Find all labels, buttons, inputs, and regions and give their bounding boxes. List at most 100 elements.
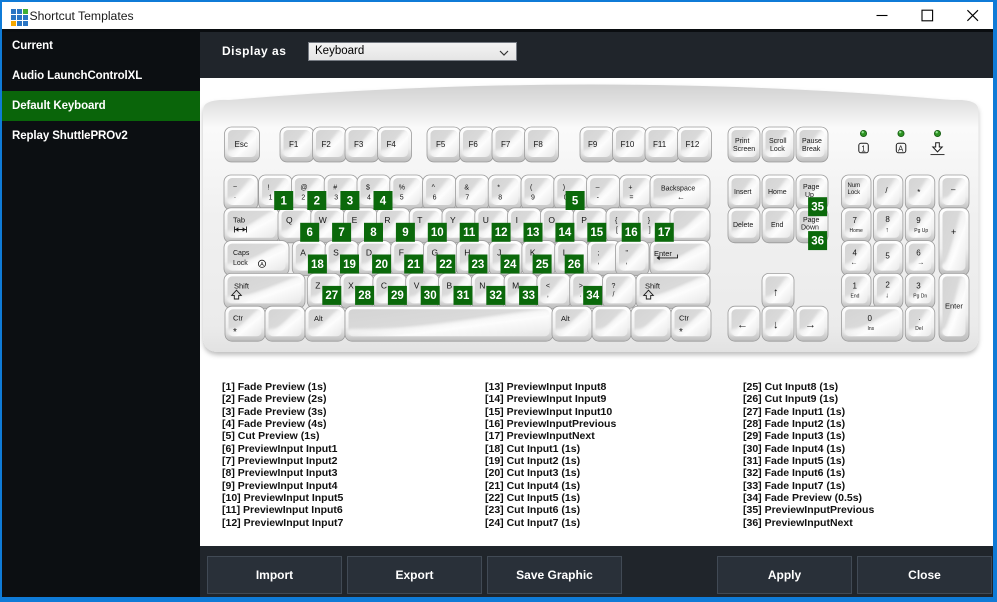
svg-text:7: 7 [338,227,344,239]
svg-text:5: 5 [885,252,890,261]
svg-text:F1: F1 [289,140,299,149]
svg-text:15: 15 [590,227,603,239]
svg-text:Scroll: Scroll [769,138,787,145]
svg-text:3: 3 [916,281,921,290]
svg-text:Pg Dn: Pg Dn [913,293,927,299]
svg-text:>: > [579,283,583,290]
svg-text:Enter: Enter [945,301,963,310]
svg-text:N: N [479,280,485,290]
svg-text:X: X [348,280,354,290]
svg-text:→: → [805,319,816,331]
svg-text:Pg Up: Pg Up [914,228,928,234]
svg-text:V: V [414,280,420,290]
svg-text:Num: Num [848,183,861,189]
svg-text:32: 32 [489,290,502,302]
svg-text:Lock: Lock [848,190,862,196]
svg-text:!: ! [268,185,270,192]
svg-text:P: P [581,215,587,225]
svg-text:S: S [333,248,339,258]
svg-text:11: 11 [463,227,476,239]
svg-text:Screen: Screen [733,146,755,153]
svg-text:2: 2 [314,195,320,207]
svg-text:7: 7 [465,195,469,202]
svg-text:6: 6 [916,249,921,258]
svg-text:Tab: Tab [233,215,245,224]
svg-text:Alt: Alt [314,314,324,323]
svg-text:,: , [598,259,600,266]
svg-text:F12: F12 [686,140,700,149]
svg-text:Backspace: Backspace [661,186,695,193]
svg-text:D: D [366,248,372,258]
svg-text:F5: F5 [436,140,446,149]
svg-text:End: End [851,293,860,299]
svg-text:,: , [626,259,628,266]
svg-text:17: 17 [658,227,671,239]
svg-text:8: 8 [885,215,890,224]
svg-text:8: 8 [370,227,377,239]
svg-text:*: * [497,185,500,192]
svg-text:9: 9 [531,195,535,202]
svg-text:Insert: Insert [734,189,752,196]
svg-text:22: 22 [439,259,452,271]
svg-text:10: 10 [431,227,444,239]
svg-text:26: 26 [568,259,581,271]
svg-text:24: 24 [504,259,517,271]
svg-text:9: 9 [402,227,408,239]
svg-text:R: R [384,215,390,225]
svg-text:=: = [629,195,633,202]
svg-text:#: # [333,185,337,192]
svg-text:&: & [464,185,469,192]
svg-text:35: 35 [811,202,824,214]
svg-text:19: 19 [343,259,356,271]
svg-text:$: $ [366,185,370,192]
svg-text:Del: Del [915,326,923,332]
svg-text:+: + [951,227,956,237]
svg-text:–: – [596,185,600,192]
svg-text:Enter: Enter [654,249,672,258]
svg-text:0: 0 [868,314,873,323]
svg-text:+: + [628,185,632,192]
svg-text:Down: Down [801,225,819,232]
svg-text:A: A [300,248,306,258]
svg-text:12: 12 [495,227,508,239]
svg-text:23: 23 [472,259,485,271]
svg-text:]: ] [649,227,651,234]
svg-text:1: 1 [861,144,866,153]
svg-text:←: ← [677,193,685,202]
svg-text:U: U [483,215,489,225]
svg-text:14: 14 [559,227,572,239]
svg-text:27: 27 [325,290,338,302]
svg-text:Break: Break [802,146,821,153]
svg-text:F2: F2 [322,140,332,149]
svg-text:25: 25 [536,259,549,271]
svg-text:4: 4 [367,195,371,202]
svg-text:31: 31 [457,290,470,302]
svg-text:34: 34 [586,290,599,302]
svg-text:20: 20 [375,259,388,271]
svg-text:13: 13 [527,227,540,239]
svg-text:7: 7 [853,216,858,225]
svg-text:Delete: Delete [733,222,753,229]
svg-text:↓: ↓ [885,292,889,299]
svg-text:B: B [447,280,453,290]
svg-text:16: 16 [625,227,638,239]
svg-text:.: . [580,291,582,298]
svg-text:→: → [917,260,924,267]
svg-text:F3: F3 [354,140,364,149]
svg-text:21: 21 [407,259,420,271]
svg-text:I: I [516,215,518,225]
svg-text:.: . [234,193,236,200]
svg-text:1: 1 [853,281,858,290]
svg-text:Esc: Esc [235,140,248,149]
svg-text:@: @ [300,185,307,192]
svg-text:A: A [898,144,904,153]
svg-text:Shift: Shift [234,281,250,290]
svg-text:O: O [548,215,555,225]
svg-text:F9: F9 [588,140,598,149]
svg-text:33: 33 [522,290,535,302]
svg-text:F10: F10 [621,140,635,149]
svg-text:<: < [546,283,550,290]
svg-text:A: A [260,262,264,268]
svg-text:Z: Z [315,280,320,290]
svg-text:F4: F4 [387,140,397,149]
